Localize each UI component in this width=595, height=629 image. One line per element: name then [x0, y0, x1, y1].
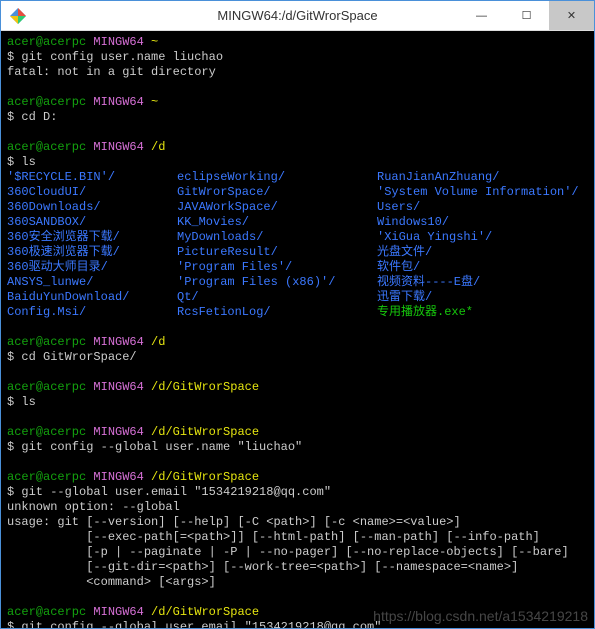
- ls-entry: Users/: [377, 200, 579, 215]
- ls-entry: BaiduYunDownload/: [7, 290, 177, 305]
- blank-line: [7, 320, 588, 335]
- ls-entry: GitWrorSpace/: [177, 185, 377, 200]
- command-line: $ git config --global user.email "153421…: [7, 620, 588, 628]
- command-line: $ ls: [7, 395, 588, 410]
- ls-entry: 360CloudUI/: [7, 185, 177, 200]
- prompt-line: acer@acerpc MINGW64 /d/GitWrorSpace: [7, 425, 588, 440]
- ls-entry-exe: 专用播放器.exe*: [377, 305, 579, 320]
- ls-entry: 360安全浏览器下载/: [7, 230, 177, 245]
- output-line: usage: git [--version] [--help] [-C <pat…: [7, 515, 588, 530]
- command-line: $ cd D:: [7, 110, 588, 125]
- ls-entry: 迅雷下载/: [377, 290, 579, 305]
- close-button[interactable]: ✕: [549, 1, 594, 30]
- ls-entry: KK_Movies/: [177, 215, 377, 230]
- blank-line: [7, 365, 588, 380]
- ls-entry: MyDownloads/: [177, 230, 377, 245]
- ls-entry: 360驱动大师目录/: [7, 260, 177, 275]
- ls-entry: RcsFetionLog/: [177, 305, 377, 320]
- ls-entry: ANSYS_lunwe/: [7, 275, 177, 290]
- ls-entry: 软件包/: [377, 260, 579, 275]
- ls-entry: 光盘文件/: [377, 245, 579, 260]
- blank-line: [7, 125, 588, 140]
- prompt-line: acer@acerpc MINGW64 ~: [7, 95, 588, 110]
- ls-entry: Config.Msi/: [7, 305, 177, 320]
- terminal-body[interactable]: acer@acerpc MINGW64 ~$ git config user.n…: [1, 31, 594, 628]
- window-controls: — ☐ ✕: [459, 1, 594, 30]
- command-line: $ git config user.name liuchao: [7, 50, 588, 65]
- minimize-button[interactable]: —: [459, 1, 504, 30]
- blank-line: [7, 590, 588, 605]
- ls-entry: Qt/: [177, 290, 377, 305]
- ls-entry: 'Program Files (x86)'/: [177, 275, 377, 290]
- ls-entry: 'System Volume Information'/: [377, 185, 579, 200]
- command-line: $ git config --global user.name "liuchao…: [7, 440, 588, 455]
- blank-line: [7, 410, 588, 425]
- prompt-line: acer@acerpc MINGW64 /d: [7, 335, 588, 350]
- titlebar: MINGW64:/d/GitWrorSpace — ☐ ✕: [1, 1, 594, 31]
- ls-entry: 'Program Files'/: [177, 260, 377, 275]
- prompt-line: acer@acerpc MINGW64 /d/GitWrorSpace: [7, 605, 588, 620]
- terminal-window: MINGW64:/d/GitWrorSpace — ☐ ✕ acer@acerp…: [0, 0, 595, 629]
- prompt-line: acer@acerpc MINGW64 /d/GitWrorSpace: [7, 470, 588, 485]
- ls-entry: '$RECYCLE.BIN'/: [7, 170, 177, 185]
- blank-line: [7, 455, 588, 470]
- ls-output: '$RECYCLE.BIN'/360CloudUI/360Downloads/3…: [7, 170, 588, 320]
- ls-entry: 360SANDBOX/: [7, 215, 177, 230]
- ls-entry: 视频资料----E盘/: [377, 275, 579, 290]
- command-line: $ git --global user.email "1534219218@qq…: [7, 485, 588, 500]
- prompt-line: acer@acerpc MINGW64 /d: [7, 140, 588, 155]
- ls-entry: 360极速浏览器下载/: [7, 245, 177, 260]
- ls-entry: eclipseWorking/: [177, 170, 377, 185]
- app-icon: [9, 7, 27, 25]
- ls-entry: PictureResult/: [177, 245, 377, 260]
- command-line: $ cd GitWrorSpace/: [7, 350, 588, 365]
- ls-entry: Windows10/: [377, 215, 579, 230]
- ls-entry: RuanJianAnZhuang/: [377, 170, 579, 185]
- ls-entry: 'XiGua Yingshi'/: [377, 230, 579, 245]
- maximize-button[interactable]: ☐: [504, 1, 549, 30]
- output-line: unknown option: --global: [7, 500, 588, 515]
- ls-entry: JAVAWorkSpace/: [177, 200, 377, 215]
- prompt-line: acer@acerpc MINGW64 ~: [7, 35, 588, 50]
- output-line: <command> [<args>]: [7, 575, 588, 590]
- prompt-line: acer@acerpc MINGW64 /d/GitWrorSpace: [7, 380, 588, 395]
- ls-entry: 360Downloads/: [7, 200, 177, 215]
- command-line: $ ls: [7, 155, 588, 170]
- blank-line: [7, 80, 588, 95]
- output-line: fatal: not in a git directory: [7, 65, 588, 80]
- output-line: [--git-dir=<path>] [--work-tree=<path>] …: [7, 560, 588, 575]
- output-line: [-p | --paginate | -P | --no-pager] [--n…: [7, 545, 588, 560]
- output-line: [--exec-path[=<path>]] [--html-path] [--…: [7, 530, 588, 545]
